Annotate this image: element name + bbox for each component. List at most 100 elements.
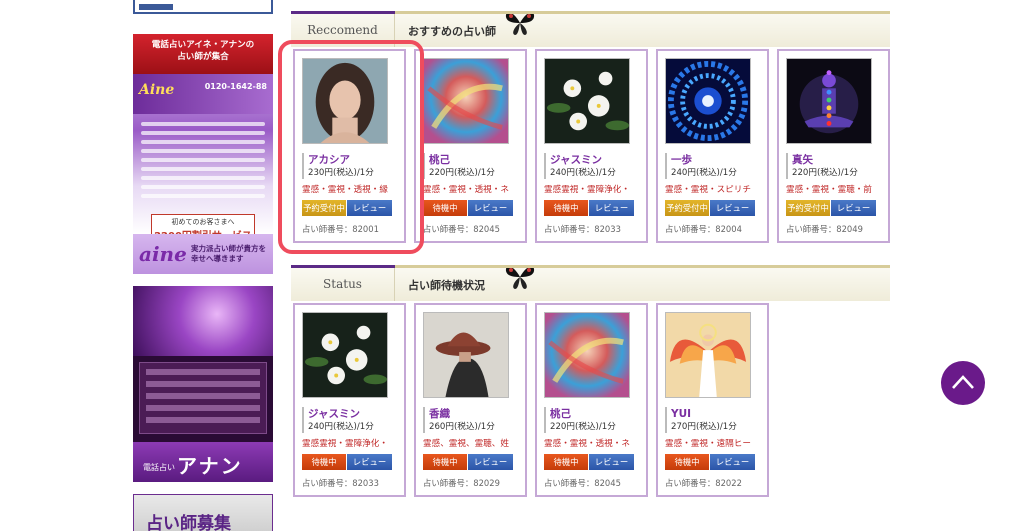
status-badge: 待機中 [544, 200, 588, 216]
banner-ribbon: 電話占いアイネ・アナンの 占い師が集合 [133, 34, 273, 74]
teller-name[interactable]: 真矢 [792, 153, 886, 167]
teller-name[interactable]: ジャスミン [550, 153, 644, 167]
aine-logo-small: aine [139, 242, 187, 266]
teller-number: 占い師番号：82033 [302, 478, 379, 488]
teller-photo[interactable] [786, 58, 872, 144]
chevron-up-icon [952, 375, 974, 389]
butterfly-icon [505, 266, 535, 289]
teller-info: YUI 270円(税込)/1分 [665, 407, 765, 433]
teller-buttons: 待機中 レビュー [544, 454, 634, 470]
teller-photo[interactable] [665, 58, 751, 144]
banner-body: Aine 0120-1642-88 初めてのお客さまへ 2200円割引サービス [133, 74, 273, 242]
review-button[interactable]: レビュー [468, 454, 513, 470]
teller-genre: 霊感・霊視・透視・ネ [423, 185, 509, 195]
teller-number: 占い師番号：82033 [544, 224, 621, 234]
teller-buttons: 予約受付中 レビュー [665, 200, 755, 216]
anan-banner-image [133, 286, 273, 356]
teller-photo[interactable] [423, 312, 509, 398]
teller-number: 占い師番号：82004 [665, 224, 742, 234]
teller-photo[interactable] [544, 312, 630, 398]
selection-highlight [278, 40, 424, 254]
teller-info: ジャスミン 240円(税込)/1分 [302, 407, 402, 433]
facebook-banner[interactable] [133, 0, 273, 14]
status-badge: 予約受付中 [665, 200, 709, 216]
fortune-teller-card[interactable]: 桃己 220円(税込)/1分霊感・霊視・透視・ネ待機中 レビュー占い師番号：8204… [414, 49, 527, 243]
banner-text-lines [141, 122, 265, 203]
teller-genre: 霊感、霊視、霊聴、姓 [423, 439, 509, 449]
teller-number: 占い師番号：82049 [786, 224, 863, 234]
recruit-banner[interactable]: 占い師募集 [133, 494, 273, 531]
teller-number: 占い師番号：82045 [544, 478, 621, 488]
cta-small: 初めてのお客さまへ [171, 218, 235, 226]
teller-buttons: 予約受付中 レビュー [786, 200, 876, 216]
teller-name[interactable]: ジャスミン [308, 407, 402, 421]
banner-header: Aine 0120-1642-88 [133, 74, 273, 114]
teller-price: 240円(税込)/1分 [550, 168, 616, 178]
anan-banner[interactable]: 電話占い アナン [133, 286, 273, 482]
teller-name[interactable]: 香織 [429, 407, 523, 421]
teller-name[interactable]: 桃己 [550, 407, 644, 421]
fortune-teller-card[interactable]: YUI 270円(税込)/1分霊感・霊視・遠隔ヒー待機中 レビュー占い師番号：820… [656, 303, 769, 497]
status-badge: 待機中 [302, 454, 346, 470]
review-button[interactable]: レビュー [347, 454, 392, 470]
fortune-teller-card[interactable]: 真矢 220円(税込)/1分 霊感・霊視・霊聴・前 予約受付中 レビュー 占い師番号：82… [777, 49, 890, 243]
aine-footer-banner: aine 実力派占い師が貴方を幸せへ導きます [133, 234, 273, 274]
teller-buttons: 待機中 レビュー [423, 200, 513, 216]
teller-info: 香織 260円(税込)/1分 [423, 407, 523, 433]
recruit-text: 占い師募集 [146, 514, 231, 531]
teller-price: 220円(税込)/1分 [550, 422, 616, 432]
teller-photo[interactable] [665, 312, 751, 398]
teller-buttons: 待機中 レビュー [544, 200, 634, 216]
review-button[interactable]: レビュー [710, 200, 755, 216]
teller-number: 占い師番号：82029 [423, 478, 500, 488]
teller-price: 220円(税込)/1分 [792, 168, 858, 178]
teller-buttons: 待機中 レビュー [302, 454, 392, 470]
teller-price: 240円(税込)/1分 [308, 422, 374, 432]
butterfly-icon [505, 12, 535, 35]
teller-photo[interactable] [544, 58, 630, 144]
teller-info: 桃己 220円(税込)/1分 [423, 153, 523, 179]
review-button[interactable]: レビュー [710, 454, 755, 470]
teller-photo[interactable] [423, 58, 509, 144]
aine-anan-banner[interactable]: 電話占いアイネ・アナンの 占い師が集合 Aine 0120-1642-88 初め… [133, 34, 273, 274]
review-button[interactable]: レビュー [589, 454, 634, 470]
anan-logo-text: アナン [177, 454, 243, 478]
teller-price: 220円(税込)/1分 [429, 168, 495, 178]
teller-photo[interactable] [302, 312, 388, 398]
teller-genre: 霊感霊視・霊障浄化・ [544, 185, 630, 195]
anan-banner-content [139, 362, 267, 434]
status-badge: 待機中 [423, 200, 467, 216]
scroll-to-top-button[interactable] [941, 361, 985, 405]
teller-genre: 霊感・霊視・透視・ネ [544, 439, 630, 449]
fortune-teller-card[interactable]: 一歩 240円(税込)/1分 霊感・霊視・スピリチ 予約受付中 レビュー 占い師番号：82… [656, 49, 769, 243]
teller-name[interactable]: 一歩 [671, 153, 765, 167]
teller-price: 270円(税込)/1分 [671, 422, 737, 432]
status-tab: Status [291, 268, 395, 301]
teller-info: 桃己 220円(税込)/1分 [544, 407, 644, 433]
teller-number: 占い師番号：82045 [423, 224, 500, 234]
aine-tagline: 実力派占い師が貴方を幸せへ導きます [191, 244, 266, 263]
teller-number: 占い師番号：82022 [665, 478, 742, 488]
fortune-teller-card[interactable]: ジャスミン 240円(税込)/1分霊感霊視・霊障浄化・待機中 レビュー占い師番号：8… [535, 49, 648, 243]
teller-price: 260円(税込)/1分 [429, 422, 495, 432]
status-badge: 待機中 [544, 454, 588, 470]
teller-name[interactable]: 桃己 [429, 153, 523, 167]
status-badge: 予約受付中 [786, 200, 830, 216]
status-badge: 待機中 [665, 454, 709, 470]
aine-logo: Aine [139, 82, 175, 98]
review-button[interactable]: レビュー [831, 200, 876, 216]
teller-info: 一歩 240円(税込)/1分 [665, 153, 765, 179]
ribbon-line-2: 占い師が集合 [177, 52, 229, 62]
teller-genre: 霊感・霊視・遠隔ヒー [665, 439, 751, 449]
fortune-teller-card[interactable]: 桃己 220円(税込)/1分霊感・霊視・透視・ネ待機中 レビュー占い師番号：8204… [535, 303, 648, 497]
fortune-teller-card[interactable]: 香織 260円(税込)/1分霊感、霊視、霊聴、姓待機中 レビュー占い師番号：8202… [414, 303, 527, 497]
teller-info: 真矢 220円(税込)/1分 [786, 153, 886, 179]
anan-banner-footer: 電話占い アナン [133, 442, 273, 482]
review-button[interactable]: レビュー [468, 200, 513, 216]
teller-buttons: 待機中 レビュー [423, 454, 513, 470]
fortune-teller-card[interactable]: ジャスミン 240円(税込)/1分 霊感霊視・霊障浄化・ 待機中 レビュー 占い師番号：8… [293, 303, 406, 497]
teller-name[interactable]: YUI [671, 407, 765, 421]
review-button[interactable]: レビュー [589, 200, 634, 216]
banner-tel: 0120-1642-88 [204, 82, 267, 91]
status-badge: 待機中 [423, 454, 467, 470]
